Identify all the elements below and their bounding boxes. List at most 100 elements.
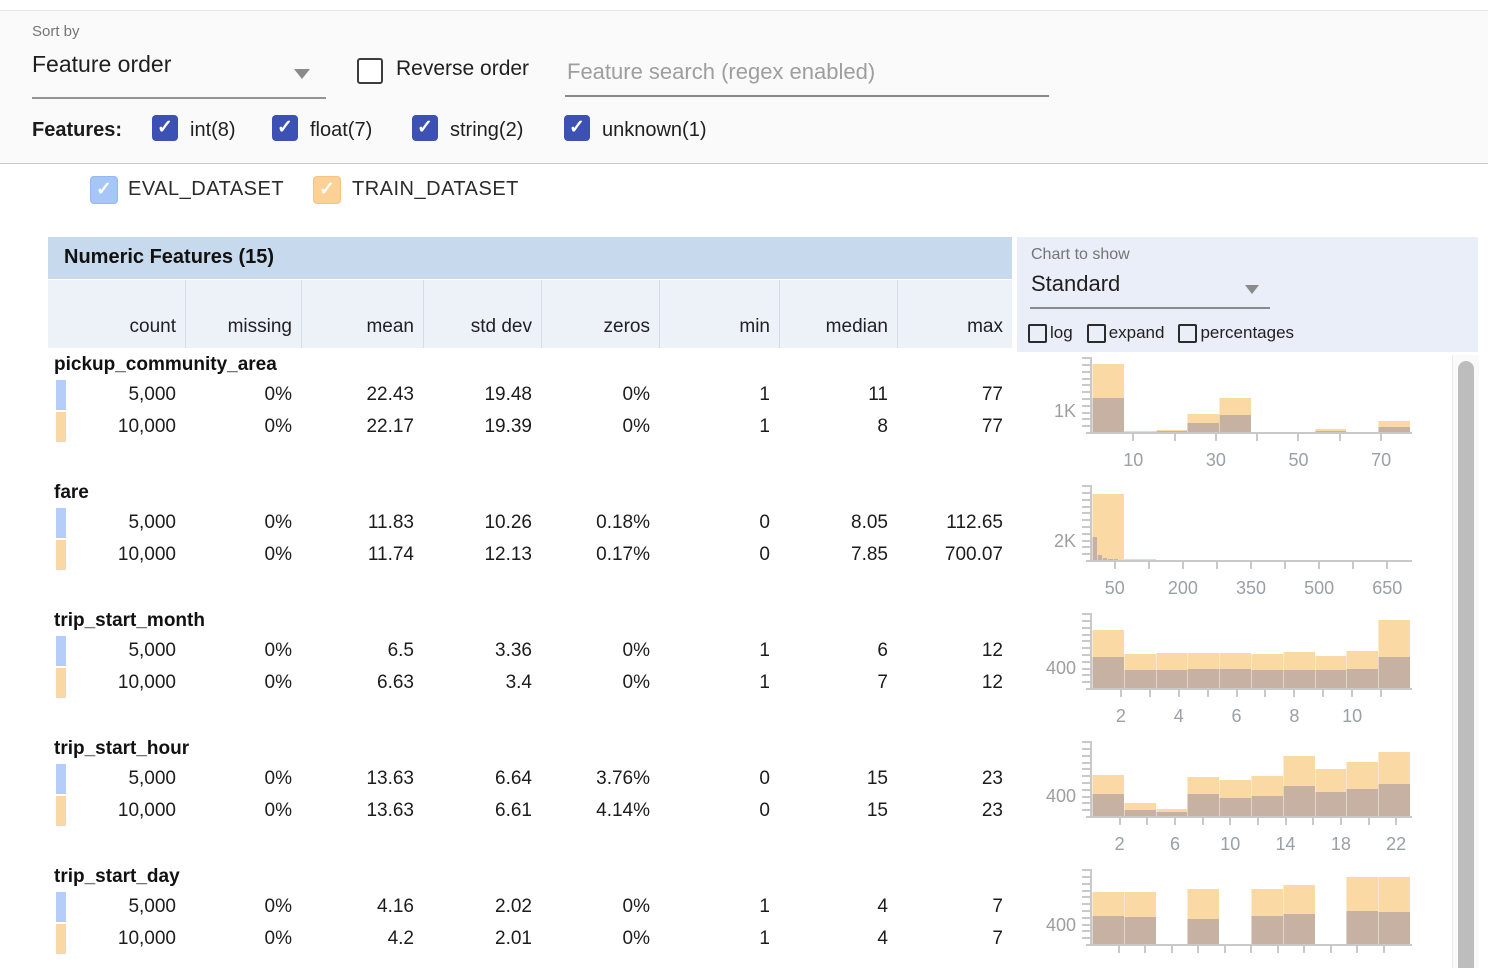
feature-block: pickup_community_area5,0000%22.4319.480%… [48, 352, 1012, 480]
stat-value: 0% [541, 891, 659, 923]
axis-tick [1082, 789, 1090, 791]
axis-tick [1082, 681, 1090, 683]
stat-value: 6.63 [301, 667, 423, 699]
axis-tick [1082, 418, 1090, 420]
histogram-bar [1378, 657, 1410, 688]
histogram[interactable]: 2K50200350500650 [1024, 480, 1458, 608]
log-checkbox[interactable] [1028, 324, 1047, 343]
expand-checkbox[interactable] [1087, 324, 1106, 343]
filter-string-checkbox[interactable]: ✓ [412, 115, 438, 141]
log-label: log [1050, 323, 1073, 343]
filter-unknown-checkbox[interactable]: ✓ [564, 115, 590, 141]
axis-tick [1082, 924, 1090, 926]
eval-dataset-checkbox[interactable]: ✓ [90, 176, 118, 204]
filter-float-checkbox[interactable]: ✓ [272, 115, 298, 141]
chevron-down-icon[interactable] [1245, 285, 1259, 294]
axis-tick [1082, 755, 1090, 757]
axis-tick [1082, 876, 1090, 878]
dataset-color-swatch [56, 668, 66, 698]
histogram[interactable]: 400246810 [1024, 608, 1458, 736]
axis-tick [1149, 690, 1151, 697]
axis-tick [1277, 946, 1279, 953]
filter-int-checkbox[interactable]: ✓ [152, 115, 178, 141]
train-dataset-checkbox[interactable]: ✓ [313, 176, 341, 204]
stat-value: 5,000 [48, 379, 185, 411]
stat-value: 0.17% [541, 539, 659, 571]
axis-tick [1339, 434, 1341, 441]
scrollbar-track[interactable] [1452, 355, 1479, 968]
reverse-order-checkbox[interactable] [357, 58, 383, 84]
dataset-color-swatch [56, 636, 66, 666]
stat-value: 6.5 [301, 635, 423, 667]
stat-value: 2.01 [423, 923, 541, 955]
axis-tick [1330, 946, 1332, 953]
stat-value: 3.36 [423, 635, 541, 667]
stat-value: 2.02 [423, 891, 541, 923]
histogram-bar [1219, 798, 1251, 816]
toolbar: Sort by Feature order Reverse order [0, 10, 1488, 102]
axis-tick [1082, 647, 1090, 649]
axis-tick [1312, 818, 1314, 825]
column-header: max [897, 280, 1012, 348]
histogram-bar [1187, 919, 1219, 944]
feature-block: trip_start_hour5,0000%13.636.643.76%0152… [48, 736, 1012, 864]
axis-tick [1082, 492, 1090, 494]
y-axis-label: 400 [1024, 915, 1076, 936]
filter-float-label: float(7) [310, 119, 372, 142]
column-header: min [659, 280, 779, 348]
table-row: 5,0000%13.636.643.76%01523 [48, 763, 1012, 795]
x-axis-label: 500 [1287, 578, 1351, 599]
train-dataset-label: TRAIN_DATASET [352, 178, 519, 201]
histogram-bar [1219, 669, 1251, 688]
axis-tick [1082, 364, 1090, 366]
filter-unknown-label: unknown(1) [602, 119, 707, 142]
axis-tick [1284, 562, 1286, 569]
stat-value: 23 [897, 763, 1012, 795]
dropdown-underline [32, 97, 326, 99]
stat-value: 0 [659, 763, 779, 795]
stat-value: 0% [185, 379, 301, 411]
dataset-color-swatch [56, 764, 66, 794]
percentages-checkbox[interactable] [1178, 324, 1197, 343]
histogram[interactable]: 4002610141822 [1024, 736, 1458, 864]
sort-by-dropdown[interactable]: Feature order [32, 51, 171, 78]
histogram[interactable]: 400 [1024, 864, 1458, 968]
axis-tick [1082, 896, 1090, 898]
axis-tick [1082, 485, 1090, 487]
column-header: mean [301, 280, 423, 348]
stat-value: 1 [659, 379, 779, 411]
histogram[interactable]: 1K10305070 [1024, 352, 1458, 480]
chart-type-dropdown[interactable]: Standard [1031, 271, 1120, 297]
dataset-color-swatch [56, 540, 66, 570]
feature-search-input[interactable] [565, 49, 1049, 97]
x-axis [1086, 816, 1412, 818]
histogram-bar [1346, 911, 1378, 944]
column-header-row: countmissingmeanstd devzerosminmedianmax [48, 280, 1012, 348]
axis-tick [1082, 748, 1090, 750]
stat-value: 23 [897, 795, 1012, 827]
table-row: 10,0000%13.636.614.14%01523 [48, 795, 1012, 827]
feature-block: trip_start_month5,0000%6.53.360%161210,0… [48, 608, 1012, 736]
axis-tick [1352, 562, 1354, 569]
stat-value: 22.17 [301, 411, 423, 443]
feature-filters-bar: Features: ✓ int(8) ✓ float(7) ✓ string(2… [0, 101, 1488, 164]
axis-tick [1386, 562, 1388, 569]
x-axis-label: 10 [1320, 706, 1384, 727]
axis-tick [1082, 378, 1090, 380]
x-axis-label: 6 [1205, 706, 1269, 727]
stat-value: 10,000 [48, 411, 185, 443]
expand-option: expand [1087, 323, 1165, 343]
axis-tick [1082, 533, 1090, 535]
axis-tick [1082, 775, 1090, 777]
stat-value: 6 [779, 635, 897, 667]
scrollbar-thumb[interactable] [1458, 361, 1474, 968]
sort-by-label: Sort by [32, 23, 80, 40]
chevron-down-icon[interactable] [294, 69, 310, 79]
table-row: 10,0000%22.1719.390%1877 [48, 411, 1012, 443]
axis-tick [1082, 412, 1090, 414]
dataset-color-swatch [56, 412, 66, 442]
x-axis [1086, 432, 1412, 434]
stat-value: 22.43 [301, 379, 423, 411]
x-axis-label: 2 [1089, 706, 1153, 727]
column-header: zeros [541, 280, 659, 348]
